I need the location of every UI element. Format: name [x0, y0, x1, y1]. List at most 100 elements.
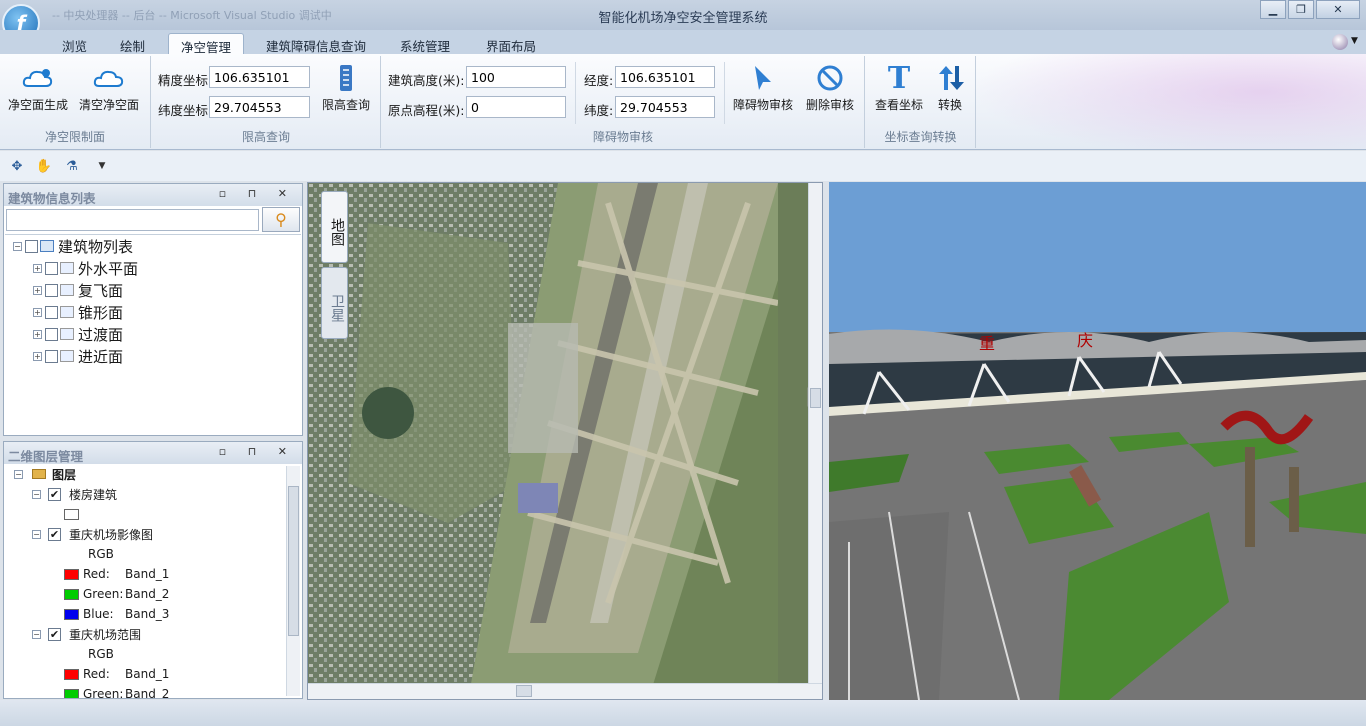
- group-height-query: 精度坐标 纬度坐标 限高查询 限高查询: [152, 56, 381, 148]
- search-icon[interactable]: ⚲: [262, 207, 300, 232]
- layer-icon: [60, 306, 74, 318]
- close-button[interactable]: ✕: [1316, 0, 1360, 19]
- rgb-label: RGB: [88, 647, 114, 661]
- layer-root[interactable]: − 图层: [8, 464, 288, 484]
- obstacle-review-button[interactable]: 障碍物审核: [730, 60, 796, 113]
- rgb-label: RGB: [88, 547, 114, 561]
- ribbon: 净空面生成 清空净空面 净空限制面 精度坐标 纬度坐标 限高查询 限高查询 建筑…: [0, 54, 1366, 150]
- building-search-input[interactable]: [6, 209, 259, 231]
- 3d-airport-scene: 重 庆: [829, 182, 1366, 700]
- lat-label: 纬度坐标: [158, 103, 209, 118]
- full-extent-icon[interactable]: ✥: [8, 157, 26, 175]
- clear-surface-button[interactable]: 清空净空面: [76, 60, 142, 113]
- tree-root[interactable]: − 建筑物列表: [5, 235, 301, 257]
- origin-elevation-label: 原点高程(米):: [388, 103, 465, 118]
- measure-icon[interactable]: ⚗: [63, 157, 81, 175]
- layer-icon: [60, 284, 74, 296]
- green-swatch: [64, 588, 79, 600]
- folder-list-icon: [40, 240, 54, 252]
- group-coordinate-convert: T 查看坐标 转换 坐标查询转换: [866, 56, 976, 148]
- convert-button[interactable]: 转换: [930, 60, 970, 113]
- tab-building-query[interactable]: 建筑障碍信息查询: [254, 33, 378, 54]
- tab-system[interactable]: 系统管理: [388, 33, 462, 54]
- map-toolbar: ✥ ✋ ⚗ ▼: [0, 151, 1366, 181]
- tab-layout[interactable]: 界面布局: [474, 33, 548, 54]
- cloud-generate-icon: [22, 60, 54, 96]
- no-entry-icon: [816, 60, 844, 96]
- layer-panel: 二维图层管理 ▫ ⊓ ✕ − 图层 − ✔ 楼房建筑 − ✔ 重庆机场影像图 RGB Re…: [3, 441, 303, 699]
- ribbon-tabs: 浏览 绘制 净空管理 建筑障碍信息查询 系统管理 界面布局 ▼: [0, 30, 1366, 55]
- building-info-panel: 建筑物信息列表 ▫ ⊓ ✕ ⚲ − 建筑物列表 + 外水平面 + 复飞面 + 锥形面 +…: [3, 183, 303, 436]
- layer-icon: [60, 262, 74, 274]
- pan-hand-icon[interactable]: ✋: [35, 157, 53, 175]
- maximize-button[interactable]: ❐: [1288, 0, 1314, 19]
- minimize-button[interactable]: ▁: [1260, 0, 1286, 19]
- group-label: 坐标查询转换: [884, 130, 957, 144]
- obstacle-lon-label: 经度:: [584, 73, 614, 88]
- origin-elevation-input[interactable]: [466, 96, 566, 118]
- layer-item[interactable]: − ✔ 楼房建筑: [8, 484, 288, 504]
- ruler-icon: [337, 60, 355, 96]
- 3d-scene-view[interactable]: 重 庆: [829, 182, 1366, 700]
- layer-icon: [60, 350, 74, 362]
- cursor-arrow-icon: [751, 60, 775, 96]
- tree-item[interactable]: + 过渡面: [5, 323, 301, 345]
- panel-controls[interactable]: ▫ ⊓ ✕: [219, 187, 296, 200]
- building-tree: − 建筑物列表 + 外水平面 + 复飞面 + 锥形面 + 过渡面 + 进近面: [5, 234, 301, 434]
- obstacle-lon-input[interactable]: [615, 66, 715, 88]
- map-tab[interactable]: 地图: [321, 191, 348, 263]
- lon-label: 精度坐标: [158, 73, 209, 88]
- tab-browse[interactable]: 浏览: [50, 33, 99, 54]
- tree-item[interactable]: + 进近面: [5, 345, 301, 367]
- collapse-icon[interactable]: −: [13, 241, 22, 251]
- layer-icon: [60, 328, 74, 340]
- group-label: 限高查询: [241, 130, 290, 144]
- layer-item[interactable]: − ✔ 重庆机场范围: [8, 624, 288, 644]
- white-swatch: [64, 508, 79, 520]
- terminal-sign-2: 庆: [1077, 331, 1093, 350]
- group-obstacle-review: 建筑高度(米): 原点高程(米): 经度: 纬度: 障碍物审核 删除审核 障碍物…: [382, 56, 865, 148]
- tree-item[interactable]: + 锥形面: [5, 301, 301, 323]
- lat-input[interactable]: [209, 96, 310, 118]
- building-height-label: 建筑高度(米):: [388, 73, 465, 88]
- obstacle-lat-input[interactable]: [615, 96, 715, 118]
- generate-surface-button[interactable]: 净空面生成: [6, 60, 70, 113]
- panel-controls[interactable]: ▫ ⊓ ✕: [219, 445, 296, 458]
- tree-item[interactable]: + 复飞面: [5, 279, 301, 301]
- chevron-down-icon[interactable]: ▼: [1351, 36, 1358, 46]
- map-vertical-scrollbar[interactable]: [808, 183, 822, 685]
- layer-scrollbar[interactable]: [286, 466, 300, 696]
- group-clearance-surface: 净空面生成 清空净空面 净空限制面: [0, 56, 151, 148]
- red-swatch: [64, 568, 79, 580]
- obstacle-lat-label: 纬度:: [584, 103, 614, 118]
- status-bar: [0, 700, 1366, 726]
- window-title: 智能化机场净空安全管理系统: [598, 11, 768, 26]
- stack-icon: [32, 469, 46, 479]
- group-label: 障碍物审核: [592, 130, 653, 144]
- delete-review-button[interactable]: 删除审核: [800, 60, 860, 113]
- height-query-button[interactable]: 限高查询: [317, 60, 375, 113]
- theme-orb-icon[interactable]: [1332, 34, 1348, 50]
- terminal-sign-1: 重: [979, 334, 995, 353]
- red-swatch: [64, 668, 79, 680]
- satellite-image: [308, 183, 822, 699]
- title-bar: -- 中央处理器 -- 后台 -- Microsoft Visual Studi…: [0, 0, 1366, 30]
- tree-item[interactable]: + 外水平面: [5, 257, 301, 279]
- layer-item[interactable]: − ✔ 重庆机场影像图: [8, 524, 288, 544]
- satellite-tab[interactable]: 卫星: [321, 267, 348, 339]
- text-t-icon: T: [887, 60, 911, 96]
- building-height-input[interactable]: [466, 66, 566, 88]
- group-label: 净空限制面: [44, 130, 105, 144]
- map-horizontal-scrollbar[interactable]: [308, 683, 822, 699]
- view-coordinates-button[interactable]: T 查看坐标: [870, 60, 928, 113]
- toolbar-dropdown-icon[interactable]: ▼: [93, 157, 111, 175]
- blue-swatch: [64, 608, 79, 620]
- green-swatch: [64, 688, 79, 698]
- cloud-icon: [93, 60, 125, 96]
- satellite-map-view[interactable]: 地图 卫星: [307, 182, 823, 700]
- swap-arrows-icon: [936, 60, 964, 96]
- layer-tree: − 图层 − ✔ 楼房建筑 − ✔ 重庆机场影像图 RGB Red: Band_1 Gree…: [8, 464, 288, 698]
- tab-clearance[interactable]: 净空管理: [168, 33, 245, 55]
- lon-input[interactable]: [209, 66, 310, 88]
- tab-draw[interactable]: 绘制: [108, 33, 157, 54]
